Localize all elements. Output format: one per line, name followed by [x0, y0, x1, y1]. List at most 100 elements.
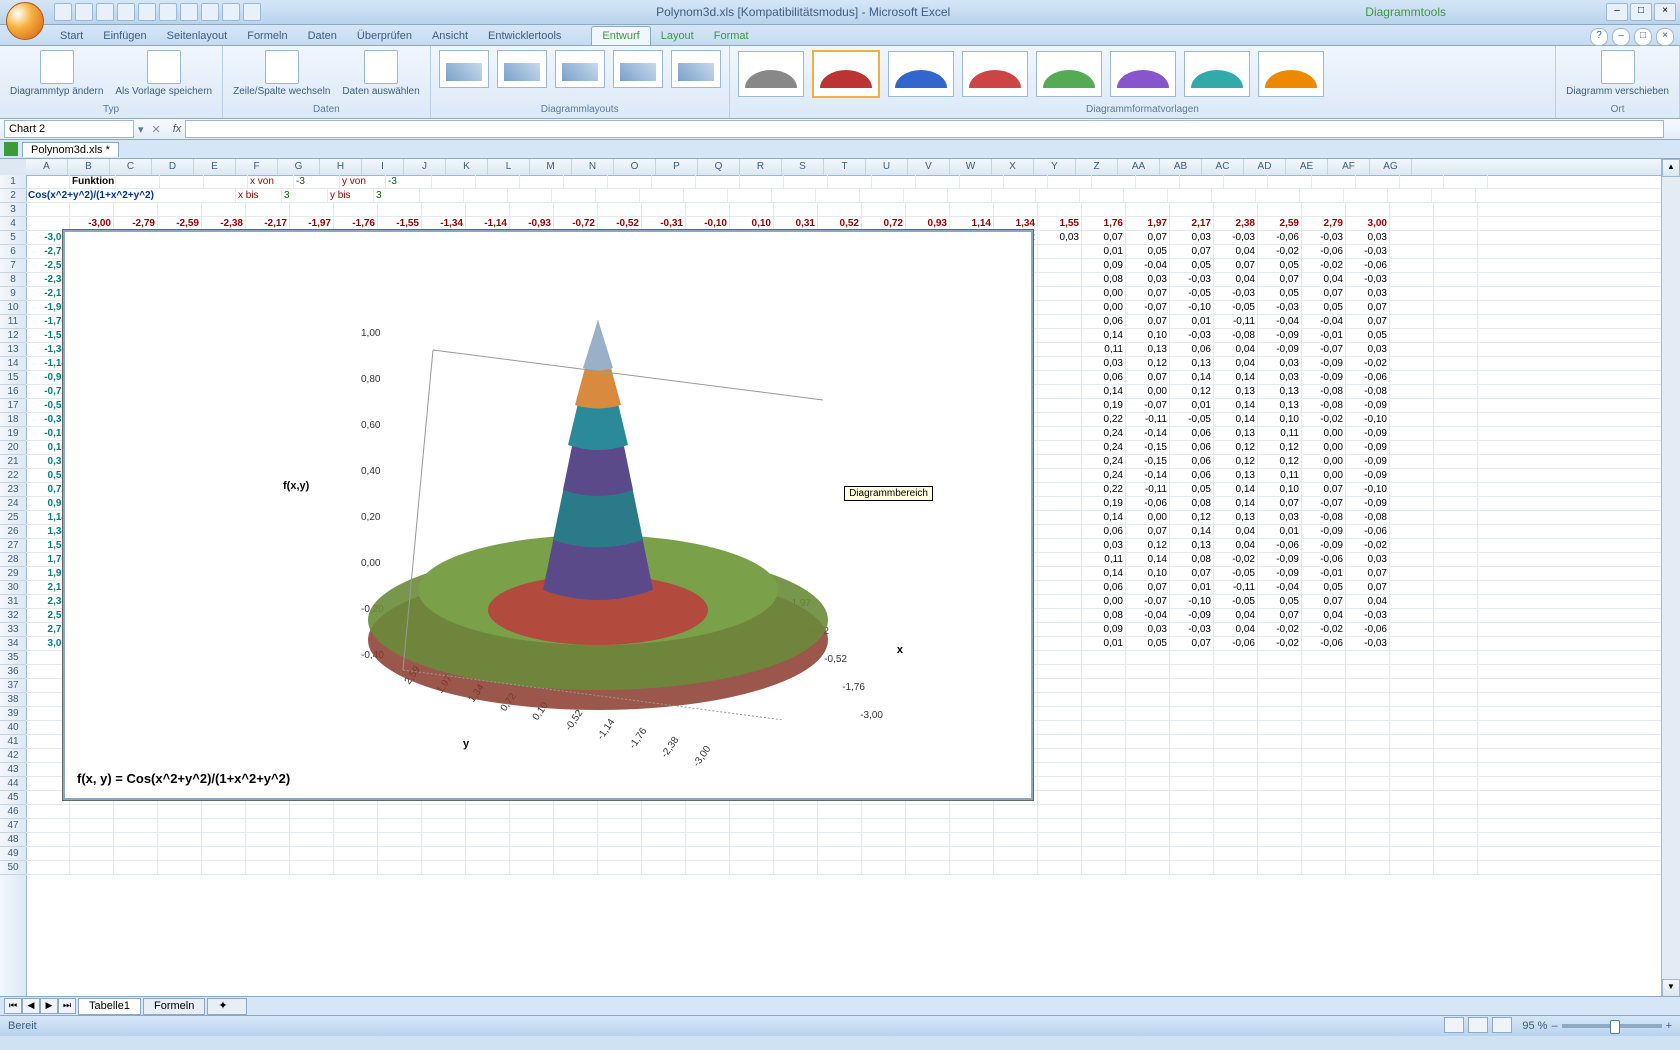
cell[interactable] — [1390, 245, 1434, 258]
tab-format[interactable]: Format — [704, 27, 759, 45]
cell[interactable] — [1126, 749, 1170, 762]
cell[interactable] — [1434, 469, 1478, 482]
cell[interactable]: 0,04 — [1302, 273, 1346, 286]
cell[interactable] — [1082, 735, 1126, 748]
cell[interactable] — [642, 819, 686, 832]
cell[interactable]: -0,09 — [1258, 553, 1302, 566]
cell[interactable] — [598, 847, 642, 860]
cell[interactable] — [872, 175, 916, 188]
cell[interactable] — [1390, 861, 1434, 874]
cell[interactable]: 0,08 — [1170, 553, 1214, 566]
cell[interactable] — [1214, 721, 1258, 734]
cell[interactable]: 0,03 — [1258, 357, 1302, 370]
cell[interactable] — [1038, 497, 1082, 510]
cell[interactable] — [1390, 469, 1434, 482]
col-header[interactable]: E — [194, 159, 236, 175]
cell[interactable]: 0,14 — [1082, 567, 1126, 580]
col-header[interactable]: Q — [698, 159, 740, 175]
help-icon[interactable]: ? — [1590, 28, 1608, 46]
cell[interactable] — [1038, 287, 1082, 300]
cell[interactable] — [1302, 203, 1346, 216]
cell[interactable]: 0,07 — [1126, 581, 1170, 594]
cell[interactable]: 0,12 — [1170, 511, 1214, 524]
cell[interactable] — [916, 175, 960, 188]
cell[interactable]: -0,15 — [1126, 441, 1170, 454]
cell[interactable] — [818, 833, 862, 846]
cell[interactable] — [70, 847, 114, 860]
cell[interactable] — [1038, 483, 1082, 496]
cell[interactable] — [1434, 637, 1478, 650]
cell[interactable]: 0,12 — [1170, 385, 1214, 398]
cell[interactable] — [1038, 511, 1082, 524]
cell[interactable]: -0,05 — [1170, 287, 1214, 300]
col-header[interactable]: C — [110, 159, 152, 175]
cell[interactable]: 0,05 — [1258, 287, 1302, 300]
row-header[interactable]: 24 — [0, 497, 26, 511]
cell[interactable] — [26, 833, 70, 846]
cell[interactable]: 0,12 — [1214, 441, 1258, 454]
cell[interactable]: -0,11 — [1214, 315, 1258, 328]
cell[interactable] — [290, 833, 334, 846]
cell[interactable] — [1136, 175, 1180, 188]
cell[interactable]: 0,08 — [1082, 273, 1126, 286]
cell[interactable] — [774, 847, 818, 860]
tab-entwurf[interactable]: Entwurf — [591, 26, 650, 45]
cell[interactable]: -0,03 — [1258, 301, 1302, 314]
cell[interactable] — [1256, 189, 1300, 202]
cell[interactable] — [466, 861, 510, 874]
row-header[interactable]: 11 — [0, 315, 26, 329]
cell[interactable]: 0,13 — [1258, 385, 1302, 398]
cell[interactable] — [1082, 819, 1126, 832]
cell[interactable] — [290, 847, 334, 860]
cell[interactable] — [378, 819, 422, 832]
cell[interactable] — [1390, 623, 1434, 636]
cell[interactable] — [1092, 175, 1136, 188]
cell[interactable] — [960, 175, 1004, 188]
chart-style-thumb[interactable] — [888, 51, 954, 97]
move-chart-button[interactable]: Diagramm verschieben — [1562, 48, 1673, 99]
cell[interactable] — [158, 819, 202, 832]
cell[interactable] — [1082, 707, 1126, 720]
row-header[interactable]: 37 — [0, 679, 26, 693]
cell[interactable] — [818, 861, 862, 874]
cell[interactable] — [1038, 749, 1082, 762]
cell[interactable] — [1038, 763, 1082, 776]
cell[interactable]: 0,05 — [1258, 595, 1302, 608]
cell[interactable] — [1170, 707, 1214, 720]
col-header[interactable]: AA — [1118, 159, 1160, 175]
cell[interactable] — [510, 805, 554, 818]
cell[interactable] — [642, 847, 686, 860]
row-header[interactable]: 40 — [0, 721, 26, 735]
cell[interactable] — [1258, 721, 1302, 734]
col-header[interactable]: G — [278, 159, 320, 175]
normal-view-icon[interactable] — [1444, 1017, 1464, 1033]
cell[interactable] — [1258, 707, 1302, 720]
cell[interactable] — [1390, 553, 1434, 566]
cell[interactable] — [1390, 637, 1434, 650]
cell[interactable]: 0,03 — [1346, 231, 1390, 244]
cell[interactable] — [1390, 833, 1434, 846]
col-header[interactable]: L — [488, 159, 530, 175]
cell[interactable] — [1390, 273, 1434, 286]
cell[interactable] — [1126, 777, 1170, 790]
row-header[interactable]: 50 — [0, 861, 26, 875]
cell[interactable]: 0,00 — [1302, 455, 1346, 468]
cell[interactable] — [1038, 679, 1082, 692]
cell[interactable] — [26, 847, 70, 860]
cell[interactable] — [422, 203, 466, 216]
cell[interactable] — [1214, 203, 1258, 216]
cell[interactable]: -0,06 — [1302, 637, 1346, 650]
cell[interactable] — [1302, 847, 1346, 860]
row-header[interactable]: 39 — [0, 707, 26, 721]
cell[interactable] — [950, 805, 994, 818]
cell[interactable] — [1302, 777, 1346, 790]
cell[interactable] — [510, 847, 554, 860]
cell[interactable] — [1258, 679, 1302, 692]
cell[interactable] — [816, 189, 860, 202]
cell[interactable] — [1390, 455, 1434, 468]
col-header[interactable]: O — [614, 159, 656, 175]
cell[interactable]: -0,09 — [1302, 525, 1346, 538]
cell[interactable]: 0,05 — [1170, 483, 1214, 496]
cell[interactable] — [508, 189, 552, 202]
cell[interactable]: 0,07 — [1126, 287, 1170, 300]
